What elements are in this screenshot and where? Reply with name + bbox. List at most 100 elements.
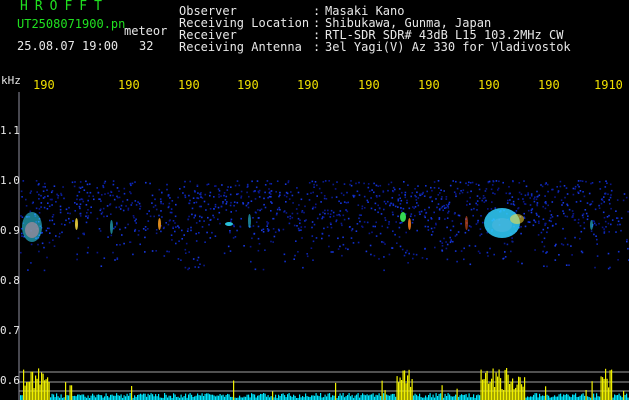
noise-pixel [270,210,272,212]
noise-pixel [158,214,160,217]
noise-pixel [420,210,423,213]
noise-pixel [195,240,198,242]
noise-pixel [321,237,323,240]
noise-pixel [174,230,176,233]
strength-bar [335,382,337,400]
strength-bar [228,394,230,400]
noise-pixel [235,210,237,212]
noise-pixel [547,227,549,229]
noise-pixel [59,211,62,214]
noise-pixel [363,195,366,198]
echo-blob [225,222,233,226]
noise-pixel [154,198,156,201]
noise-pixel [412,253,415,256]
noise-pixel [104,193,106,195]
noise-pixel [435,198,437,200]
noise-pixel [100,208,102,211]
noise-pixel [523,203,526,205]
noise-pixel [417,204,420,207]
noise-pixel [437,203,440,205]
noise-pixel [558,254,560,256]
noise-pixel [506,243,509,246]
noise-pixel [517,207,519,210]
noise-pixel [423,215,426,217]
strength-bar [504,369,506,400]
noise-pixel [189,180,191,183]
noise-pixel [163,255,166,257]
strength-bar [74,395,76,400]
strength-bar [320,393,322,400]
strength-bar [60,394,62,400]
noise-pixel [456,187,459,190]
strength-bar [513,389,515,400]
noise-pixel [430,234,433,236]
noise-pixel [138,202,141,205]
noise-pixel [296,225,298,227]
noise-pixel [60,192,62,195]
strength-bar [480,369,482,400]
noise-pixel [226,189,229,191]
strength-bar [375,394,377,400]
noise-pixel [401,248,404,251]
strength-bar [575,393,577,400]
strength-bar [557,396,559,400]
noise-pixel [482,195,485,197]
noise-pixel [590,182,592,185]
noise-pixel [289,217,291,220]
noise-pixel [433,187,436,189]
noise-pixel [356,223,359,225]
noise-pixel [330,251,333,253]
strength-bar [204,393,206,400]
strength-bar [521,384,523,400]
strength-bar [23,369,25,400]
noise-pixel [448,203,450,205]
noise-pixel [109,194,112,197]
noise-pixel [388,253,391,256]
noise-pixel [110,234,113,237]
strength-bar [93,395,95,400]
noise-pixel [247,206,250,209]
noise-pixel [610,207,612,210]
noise-pixel [47,202,49,204]
noise-pixel [601,226,604,229]
noise-pixel [581,214,584,217]
strength-bar [492,368,494,400]
noise-pixel [25,198,27,201]
strength-bar [126,393,128,400]
strength-bar [455,394,457,400]
noise-pixel [540,184,542,186]
noise-pixel [122,209,125,212]
noise-pixel [171,200,174,202]
time-tick-6: 190 [358,78,380,92]
noise-pixel [306,255,309,258]
strength-bar [377,395,379,400]
noise-pixel [322,216,325,219]
noise-pixel [490,188,493,191]
noise-pixel [564,237,567,240]
noise-pixel [68,206,70,209]
noise-pixel [557,191,559,194]
noise-pixel [473,207,475,210]
strength-bar [393,393,395,400]
noise-pixel [336,181,338,183]
noise-pixel [387,200,389,203]
strength-bar [123,395,125,400]
strength-bar [582,393,584,400]
noise-pixel [506,202,509,204]
noise-pixel [551,216,554,218]
strength-bar [318,396,320,400]
noise-pixel [361,225,363,228]
strength-bar [77,394,79,400]
noise-pixel [351,228,354,230]
strength-bar [410,386,412,400]
strength-bar [180,394,182,400]
strength-bar [32,371,34,400]
noise-pixel [545,222,547,225]
echo-blob [75,218,78,230]
noise-pixel [278,195,280,198]
strength-bar [351,394,353,400]
strength-bar [567,394,569,400]
noise-pixel [209,208,212,210]
noise-pixel [266,223,269,225]
noise-pixel [371,231,373,234]
